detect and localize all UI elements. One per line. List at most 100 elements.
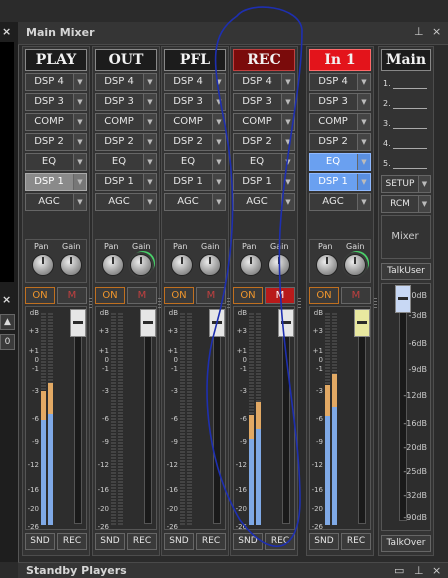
slot-3[interactable]: DSP 2 ▼ [309,133,371,151]
slot-4[interactable]: EQ ▼ [164,153,226,171]
chevron-down-icon[interactable]: ▼ [281,134,294,150]
chevron-down-icon[interactable]: ▼ [357,154,370,170]
fader-track[interactable] [213,317,221,524]
slot-2[interactable]: COMP ▼ [164,113,226,131]
gain-knob[interactable] [130,254,152,276]
rec-button[interactable]: REC [57,533,87,550]
pan-knob[interactable] [316,254,338,276]
chevron-down-icon[interactable]: ▼ [143,174,156,190]
channel-header[interactable]: OUT [95,49,157,71]
slot-0[interactable]: DSP 4 ▼ [164,73,226,91]
slot-2[interactable]: COMP ▼ [233,113,295,131]
slot-2[interactable]: COMP ▼ [309,113,371,131]
chevron-down-icon[interactable]: ▼ [212,194,225,210]
chevron-down-icon[interactable]: ▼ [281,154,294,170]
chevron-down-icon[interactable]: ▼ [281,94,294,110]
splitter-handle[interactable] [298,298,301,310]
left-close-icon-2[interactable]: × [2,293,11,306]
chevron-down-icon[interactable]: ▼ [357,174,370,190]
pin-icon[interactable]: ⊥ [414,564,424,577]
slot-5[interactable]: DSP 1 ▼ [25,173,87,191]
gain-knob[interactable] [268,254,290,276]
snd-button[interactable]: SND [309,533,339,550]
chevron-down-icon[interactable]: ▼ [281,74,294,90]
slot-1[interactable]: DSP 3 ▼ [309,93,371,111]
chevron-down-icon[interactable]: ▼ [143,94,156,110]
chevron-down-icon[interactable]: ▼ [143,134,156,150]
channel-header[interactable]: REC [233,49,295,71]
splitter-handle[interactable] [374,298,377,310]
slot-5[interactable]: DSP 1 ▼ [233,173,295,191]
slot-4[interactable]: EQ ▼ [233,153,295,171]
chevron-down-icon[interactable]: ▼ [143,194,156,210]
on-button[interactable]: ON [25,287,55,304]
slot-2[interactable]: COMP ▼ [25,113,87,131]
chevron-down-icon[interactable]: ▼ [357,94,370,110]
slot-4[interactable]: EQ ▼ [309,153,371,171]
pin-icon[interactable]: ⊥ [414,25,424,38]
chevron-down-icon[interactable]: ▼ [212,134,225,150]
slot-2[interactable]: COMP ▼ [95,113,157,131]
slot-4[interactable]: EQ ▼ [25,153,87,171]
setup-select[interactable]: SETUP ▼ [381,175,431,193]
chevron-down-icon[interactable]: ▼ [212,174,225,190]
fader-track[interactable] [282,317,290,524]
gain-knob[interactable] [199,254,221,276]
slot-6[interactable]: AGC ▼ [95,193,157,211]
rec-button[interactable]: REC [196,533,226,550]
chevron-down-icon[interactable]: ▼ [73,194,86,210]
slot-0[interactable]: DSP 4 ▼ [95,73,157,91]
fader-thumb[interactable] [354,309,370,337]
fader-thumb[interactable] [70,309,86,337]
talkuser-button[interactable]: TalkUser [381,263,431,280]
chevron-down-icon[interactable]: ▼ [73,114,86,130]
slot-3[interactable]: DSP 2 ▼ [233,133,295,151]
chevron-down-icon[interactable]: ▼ [73,94,86,110]
chevron-down-icon[interactable]: ▼ [281,114,294,130]
slot-1[interactable]: DSP 3 ▼ [95,93,157,111]
slot-1[interactable]: DSP 3 ▼ [164,93,226,111]
snd-button[interactable]: SND [233,533,263,550]
on-button[interactable]: ON [233,287,263,304]
chevron-down-icon[interactable]: ▼ [73,174,86,190]
fader-track[interactable] [358,317,366,524]
slot-6[interactable]: AGC ▼ [25,193,87,211]
rec-button[interactable]: REC [341,533,371,550]
gain-knob[interactable] [344,254,366,276]
slot-3[interactable]: DSP 2 ▼ [164,133,226,151]
mute-button[interactable]: M [265,287,295,304]
mute-button[interactable]: M [57,287,87,304]
splitter-handle[interactable] [227,298,230,310]
fader-thumb[interactable] [140,309,156,337]
chevron-down-icon[interactable]: ▼ [143,114,156,130]
snd-button[interactable]: SND [164,533,194,550]
chevron-down-icon[interactable]: ▼ [357,114,370,130]
slot-5[interactable]: DSP 1 ▼ [309,173,371,191]
left-close-icon[interactable]: × [2,25,11,38]
on-button[interactable]: ON [164,287,194,304]
close-icon[interactable]: × [432,25,441,38]
channel-header[interactable]: PLAY [25,49,87,71]
chevron-down-icon[interactable]: ▼ [73,74,86,90]
slot-0[interactable]: DSP 4 ▼ [309,73,371,91]
chevron-down-icon[interactable]: ▼ [418,196,430,212]
chevron-down-icon[interactable]: ▼ [357,134,370,150]
slot-0[interactable]: DSP 4 ▼ [233,73,295,91]
chevron-down-icon[interactable]: ▼ [143,74,156,90]
slot-5[interactable]: DSP 1 ▼ [164,173,226,191]
slot-6[interactable]: AGC ▼ [309,193,371,211]
pan-knob[interactable] [240,254,262,276]
splitter-handle[interactable] [158,298,161,310]
mute-button[interactable]: M [127,287,157,304]
on-button[interactable]: ON [309,287,339,304]
mute-button[interactable]: M [196,287,226,304]
rec-button[interactable]: REC [265,533,295,550]
chevron-down-icon[interactable]: ▼ [212,94,225,110]
slot-0[interactable]: DSP 4 ▼ [25,73,87,91]
slot-3[interactable]: DSP 2 ▼ [95,133,157,151]
fader-thumb[interactable] [278,309,294,337]
pan-knob[interactable] [102,254,124,276]
slot-4[interactable]: EQ ▼ [95,153,157,171]
chevron-down-icon[interactable]: ▼ [281,194,294,210]
talkover-button[interactable]: TalkOver [381,535,431,552]
